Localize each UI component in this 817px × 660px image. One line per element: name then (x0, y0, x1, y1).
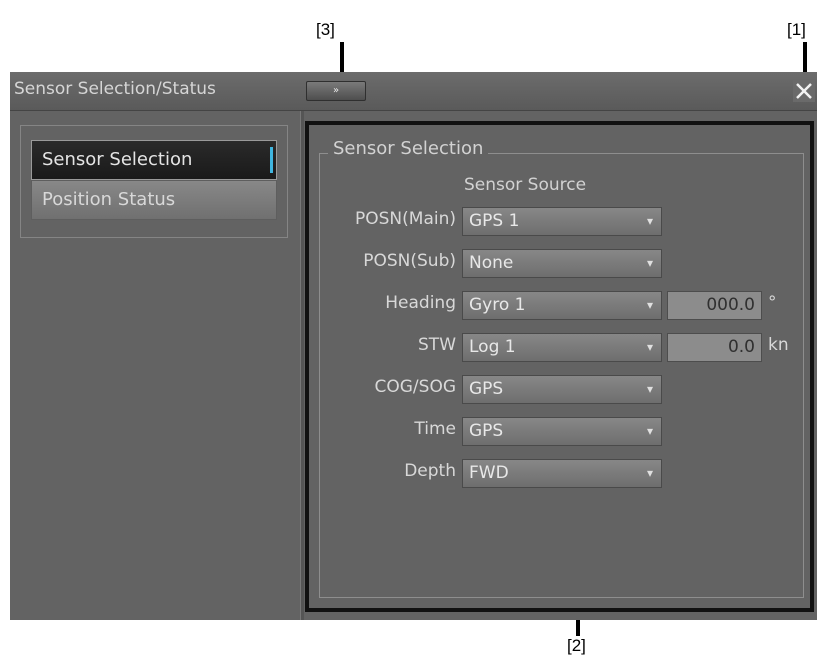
active-marker (270, 147, 273, 173)
cog-sog-select[interactable]: GPS ▾ (462, 375, 662, 404)
select-value: FWD (469, 463, 509, 483)
dropdown-arrow-icon: ▾ (646, 382, 653, 396)
nav-item-position-status[interactable]: Position Status (31, 180, 277, 220)
row-label-heading: Heading (385, 293, 456, 313)
dropdown-arrow-icon: ▾ (646, 214, 653, 228)
dropdown-arrow-icon: ▾ (646, 298, 653, 312)
depth-select[interactable]: FWD ▾ (462, 459, 662, 488)
callout-1: [1] (787, 20, 806, 39)
dropdown-arrow-icon: ▾ (646, 256, 653, 270)
select-value: GPS 1 (469, 211, 520, 231)
select-value: GPS (469, 421, 504, 441)
stw-unit: kn (768, 335, 789, 355)
expand-button[interactable]: » (306, 81, 366, 101)
close-icon (793, 80, 815, 102)
select-value: Gyro 1 (469, 295, 526, 315)
window-titlebar: Sensor Selection/Status » (10, 72, 817, 111)
select-value: Log 1 (469, 337, 516, 357)
posn-main-select[interactable]: GPS 1 ▾ (462, 207, 662, 236)
heading-readout: 000.0 (667, 291, 762, 320)
sensor-window: Sensor Selection/Status » Sensor Selecti… (10, 72, 817, 620)
row-label-cog-sog: COG/SOG (374, 377, 457, 397)
time-select[interactable]: GPS ▾ (462, 417, 662, 446)
window-body: Sensor Selection Position Status Sensor … (10, 111, 817, 620)
row-label-depth: Depth (404, 461, 456, 481)
row-label-time: Time (414, 419, 456, 439)
pane-divider (300, 111, 304, 620)
sensor-selection-panel: Sensor Selection Sensor Source POSN(Main… (305, 121, 814, 612)
row-label-posn-main: POSN(Main) (355, 209, 456, 229)
stw-select[interactable]: Log 1 ▾ (462, 333, 662, 362)
window-title: Sensor Selection/Status (14, 79, 216, 99)
callout-2-leader (576, 618, 580, 636)
close-button[interactable] (793, 80, 815, 102)
row-label-posn-sub: POSN(Sub) (363, 251, 456, 271)
select-value: GPS (469, 379, 504, 399)
nav-item-label: Position Status (42, 189, 176, 210)
callout-2: [2] (567, 636, 586, 655)
dropdown-arrow-icon: ▾ (646, 424, 653, 438)
nav-item-sensor-selection[interactable]: Sensor Selection (31, 140, 277, 180)
callout-3: [3] (316, 20, 335, 39)
posn-sub-select[interactable]: None ▾ (462, 249, 662, 278)
nav-item-label: Sensor Selection (42, 149, 193, 170)
sensor-source-header: Sensor Source (464, 175, 587, 195)
dropdown-arrow-icon: ▾ (646, 340, 653, 354)
select-value: None (469, 253, 514, 273)
heading-select[interactable]: Gyro 1 ▾ (462, 291, 662, 320)
heading-unit: ° (768, 293, 777, 313)
group-title: Sensor Selection (328, 138, 489, 159)
nav-group: Sensor Selection Position Status (20, 125, 288, 238)
dropdown-arrow-icon: ▾ (646, 466, 653, 480)
stw-readout: 0.0 (667, 333, 762, 362)
row-label-stw: STW (418, 335, 456, 355)
